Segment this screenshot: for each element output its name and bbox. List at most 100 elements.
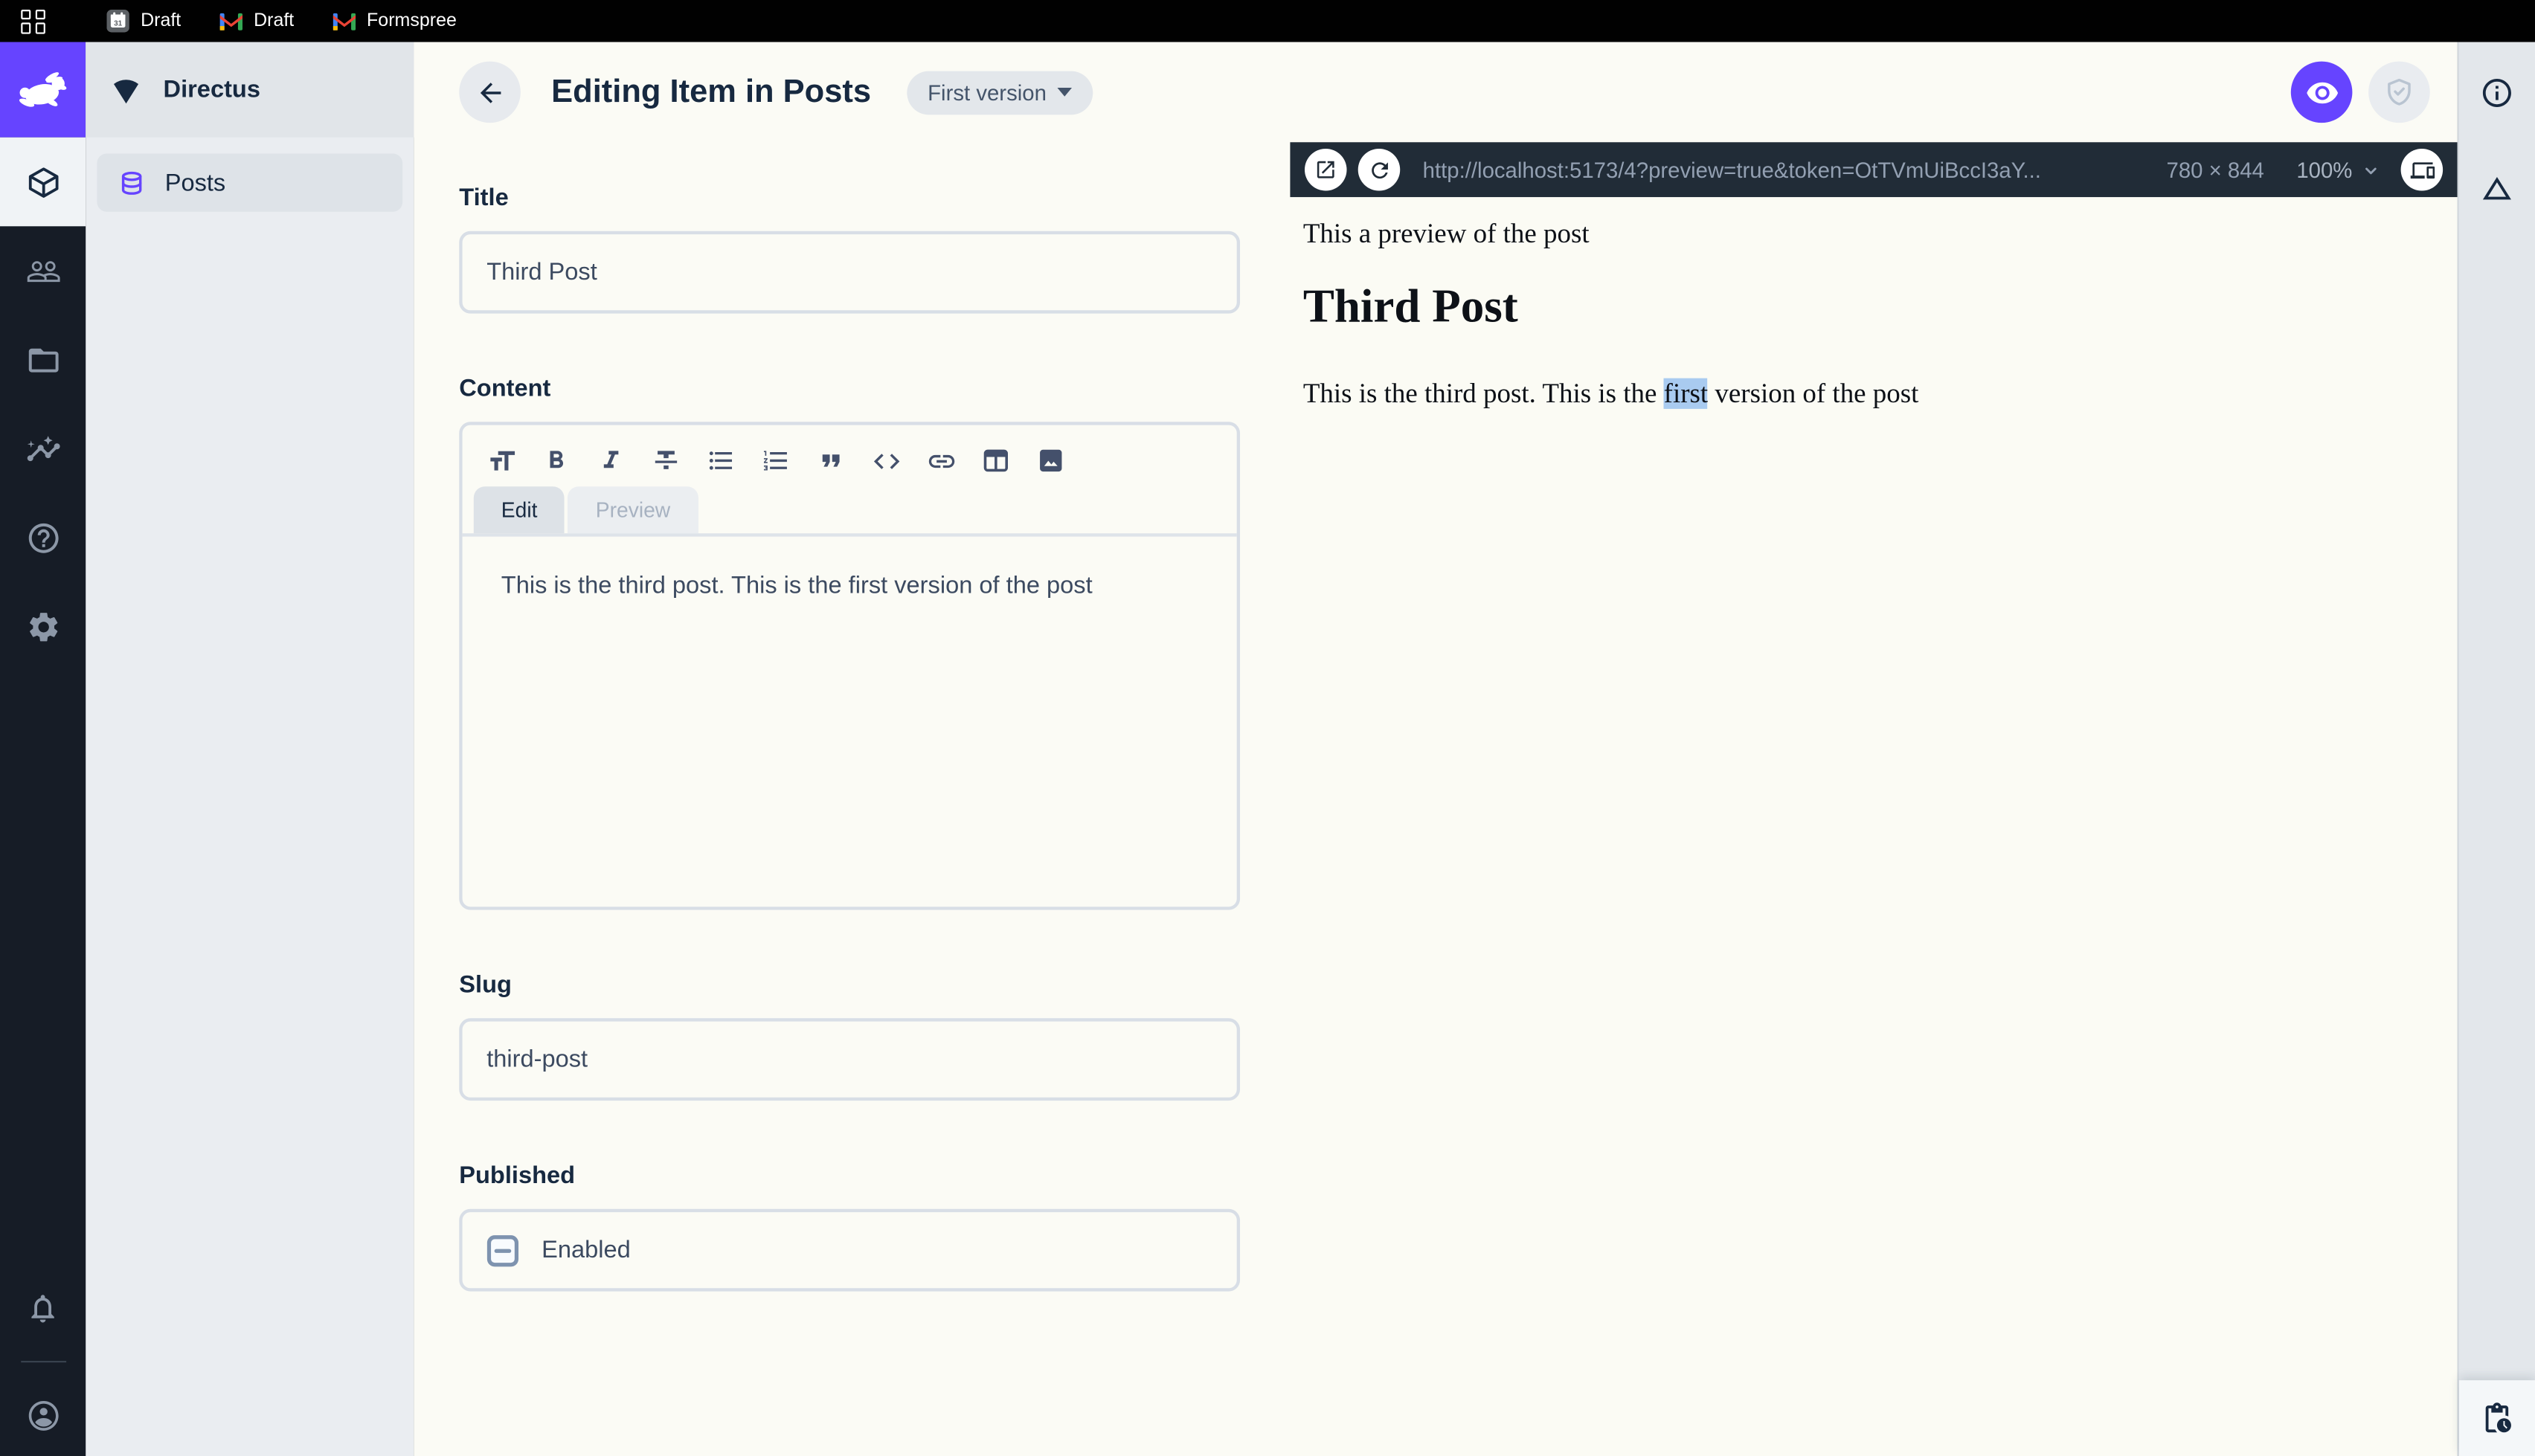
content-textarea[interactable]: This is the third post. This is the firs… (463, 537, 1237, 907)
live-preview-panel: http://localhost:5173/4?preview=true&tok… (1290, 142, 2458, 1456)
refresh-button[interactable] (1358, 148, 1401, 191)
chevron-down-icon (2365, 167, 2377, 174)
right-sidebar-rail (2457, 42, 2535, 1456)
help-icon (28, 522, 58, 553)
browser-tab-strip: 31 Draft Draft Formspree (0, 0, 2535, 42)
bold-icon (550, 451, 564, 468)
module-files[interactable] (0, 315, 86, 405)
info-button[interactable] (2480, 76, 2514, 118)
page-header: Editing Item in Posts First version (414, 42, 2457, 143)
code-button[interactable] (867, 441, 905, 480)
app-launcher-icon[interactable] (21, 8, 45, 33)
gmail-icon (332, 12, 356, 30)
slug-input[interactable]: third-post (459, 1018, 1241, 1101)
title-input[interactable]: Third Post (459, 231, 1241, 314)
gear-icon (28, 612, 57, 641)
shield-check-icon (2388, 78, 2411, 106)
live-preview-button[interactable] (2290, 61, 2353, 123)
main-area: Editing Item in Posts First version Titl… (414, 42, 2458, 1456)
content-label: Content (459, 375, 551, 403)
external-link-icon (1317, 161, 1334, 178)
browser-tab-label: Draft (141, 11, 181, 31)
permissions-button[interactable] (2368, 61, 2430, 123)
info-icon (2482, 78, 2511, 107)
users-icon (26, 260, 60, 282)
preview-toolbar: http://localhost:5173/4?preview=true&tok… (1290, 142, 2458, 198)
eye-icon (2306, 81, 2338, 103)
strikethrough-icon (655, 451, 678, 469)
notifications-button[interactable] (0, 1267, 86, 1348)
bullet-list-button[interactable] (701, 441, 740, 480)
heading-button[interactable] (482, 441, 521, 480)
version-label: First version (928, 80, 1047, 105)
bold-button[interactable] (537, 441, 576, 480)
refresh-icon (1371, 161, 1387, 178)
version-selector[interactable]: First version (906, 70, 1093, 115)
browser-tab[interactable]: Draft (219, 11, 294, 30)
rabbit-icon (18, 72, 66, 107)
module-bar (0, 42, 86, 1456)
title-value: Third Post (486, 258, 597, 286)
arrow-left-icon (479, 82, 501, 103)
account-button[interactable] (0, 1376, 86, 1456)
title-label: Title (459, 184, 509, 212)
tab-edit[interactable]: Edit (473, 486, 565, 534)
module-help[interactable] (0, 493, 86, 582)
screen: 31 Draft Draft Formspree Directus Posts … (0, 0, 2535, 1456)
checkbox-label: Enabled (542, 1236, 631, 1264)
sidebar-item-posts[interactable]: Posts (97, 153, 403, 212)
zoom-selector[interactable]: 100% (2296, 158, 2381, 182)
module-settings[interactable] (0, 582, 86, 671)
preview-url[interactable]: http://localhost:5173/4?preview=true&tok… (1423, 158, 2144, 182)
back-button[interactable] (459, 61, 521, 123)
blockquote-button[interactable] (812, 441, 850, 480)
svg-text:31: 31 (114, 19, 123, 28)
insights-icon (26, 435, 60, 461)
table-icon (983, 449, 1008, 472)
preview-paragraph: This is the third post. This is the firs… (1302, 378, 2444, 410)
numbered-list-button[interactable] (756, 441, 795, 480)
project-logo-icon (114, 80, 139, 104)
edit-form: Title Third Post Content Edit Preview Th… (414, 142, 1290, 1456)
italic-icon (603, 451, 619, 468)
database-icon (121, 170, 142, 194)
project-name: Directus (163, 76, 260, 104)
editor-toolbar (463, 425, 1237, 480)
open-in-new-button[interactable] (1304, 148, 1347, 191)
module-users[interactable] (0, 226, 86, 315)
paragraph-text: version of the post (1708, 378, 1919, 409)
highlighted-text: first (1663, 378, 1709, 409)
italic-button[interactable] (591, 441, 630, 480)
module-insights[interactable] (0, 404, 86, 493)
image-button[interactable] (1032, 441, 1070, 480)
tab-preview[interactable]: Preview (568, 486, 698, 534)
divider (20, 1361, 66, 1363)
revisions-button[interactable] (2458, 1380, 2535, 1456)
link-button[interactable] (922, 441, 960, 480)
preview-dimensions: 780 × 844 (2166, 157, 2264, 182)
indeterminate-checkbox[interactable] (486, 1234, 519, 1266)
triangle-icon (2482, 176, 2511, 200)
browser-tab[interactable]: Formspree (332, 11, 457, 30)
link-icon (928, 454, 954, 468)
bullet-list-icon (709, 451, 733, 470)
module-content[interactable] (0, 137, 86, 227)
slug-field-group: Slug third-post (459, 971, 1241, 1101)
bell-icon (31, 1294, 54, 1322)
blockquote-icon (822, 454, 840, 467)
table-button[interactable] (977, 441, 1015, 480)
changes-button[interactable] (2480, 171, 2514, 213)
slug-value: third-post (486, 1046, 588, 1074)
directus-logo[interactable] (0, 42, 86, 138)
clipboard-clock-icon (2485, 1402, 2511, 1433)
project-header[interactable]: Directus (86, 42, 414, 138)
content-field-group: Content Edit Preview This is the third p… (459, 375, 1241, 910)
responsive-mode-button[interactable] (2400, 148, 2444, 191)
browser-tab[interactable]: 31 Draft (106, 10, 181, 33)
title-field-group: Title Third Post (459, 184, 1241, 314)
preview-document: This a preview of the post Third Post Th… (1290, 197, 2458, 1456)
slug-label: Slug (459, 971, 512, 999)
paragraph-text: This is the third post. This is the (1302, 378, 1664, 409)
browser-tab-label: Formspree (367, 11, 457, 31)
strikethrough-button[interactable] (646, 441, 685, 480)
